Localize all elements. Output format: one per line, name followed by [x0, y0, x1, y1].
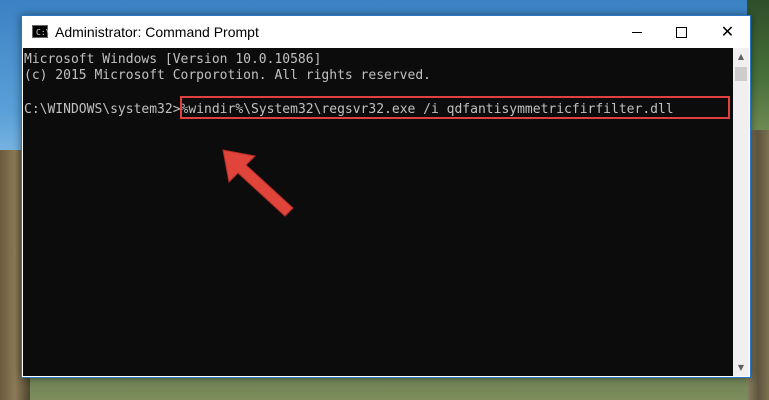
console-line-version: Microsoft Windows [Version 10.0.10586] [24, 52, 322, 67]
scroll-down-arrow-icon[interactable]: ▼ [733, 359, 749, 376]
maximize-button[interactable] [659, 16, 704, 48]
scroll-up-arrow-icon[interactable]: ▲ [733, 48, 749, 65]
command-prompt-window[interactable]: C:\ Administrator: Command Prompt ✕ Micr… [21, 15, 751, 378]
scroll-thumb[interactable] [735, 67, 747, 81]
title-bar[interactable]: C:\ Administrator: Command Prompt ✕ [22, 16, 750, 48]
red-arrow-icon [222, 149, 294, 217]
cmd-icon: C:\ [32, 25, 50, 38]
console-prompt: C:\WINDOWS\system32> [24, 102, 181, 117]
window-title: Administrator: Command Prompt [55, 24, 259, 40]
close-button[interactable]: ✕ [705, 16, 750, 48]
command-highlight-box [180, 96, 730, 119]
maximize-icon [676, 26, 687, 38]
console-output[interactable]: Microsoft Windows [Version 10.0.10586] (… [23, 48, 733, 376]
minimize-icon [631, 31, 642, 33]
vertical-scrollbar[interactable]: ▲ ▼ [733, 48, 749, 376]
console-line-copyright: (c) 2015 Microsoft Corporotion. All righ… [24, 68, 431, 83]
close-icon: ✕ [720, 22, 735, 41]
minimize-button[interactable] [614, 16, 659, 48]
